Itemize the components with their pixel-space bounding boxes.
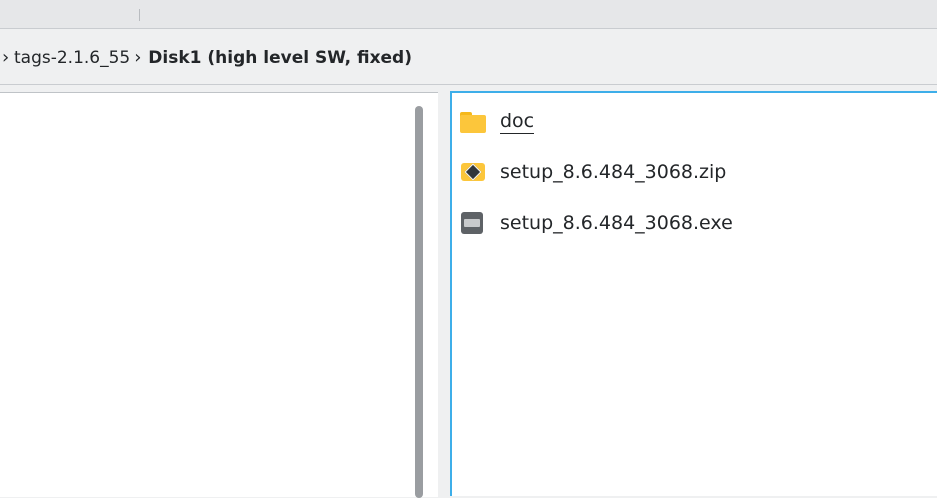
archive-icon <box>460 160 486 184</box>
breadcrumb: › tags-2.1.6_55 › Disk1 (high level SW, … <box>0 36 937 80</box>
executable-icon <box>460 211 486 235</box>
file-list-pane[interactable]: doc setup_8.6.484_3068.zip setup_8.6.484… <box>450 91 937 496</box>
scrollbar[interactable] <box>412 96 426 498</box>
file-name: setup_8.6.484_3068.zip <box>500 161 727 183</box>
file-item-zip[interactable]: setup_8.6.484_3068.zip <box>460 155 726 189</box>
scrollbar-thumb[interactable] <box>415 106 423 498</box>
breadcrumb-item-current[interactable]: Disk1 (high level SW, fixed) <box>148 48 412 68</box>
breadcrumb-item-tags[interactable]: tags-2.1.6_55 <box>14 48 130 68</box>
breadcrumb-divider <box>0 84 937 85</box>
chevron-right-icon: › <box>2 47 10 68</box>
toolbar-separator <box>139 9 140 21</box>
file-item-exe[interactable]: setup_8.6.484_3068.exe <box>460 206 733 240</box>
chevron-right-icon: › <box>134 47 142 68</box>
file-name: setup_8.6.484_3068.exe <box>500 212 733 234</box>
file-name: doc <box>500 110 535 134</box>
places-pane[interactable] <box>0 92 438 497</box>
file-item-doc[interactable]: doc <box>460 105 535 139</box>
folder-icon <box>460 110 486 134</box>
toolbar <box>0 0 937 29</box>
